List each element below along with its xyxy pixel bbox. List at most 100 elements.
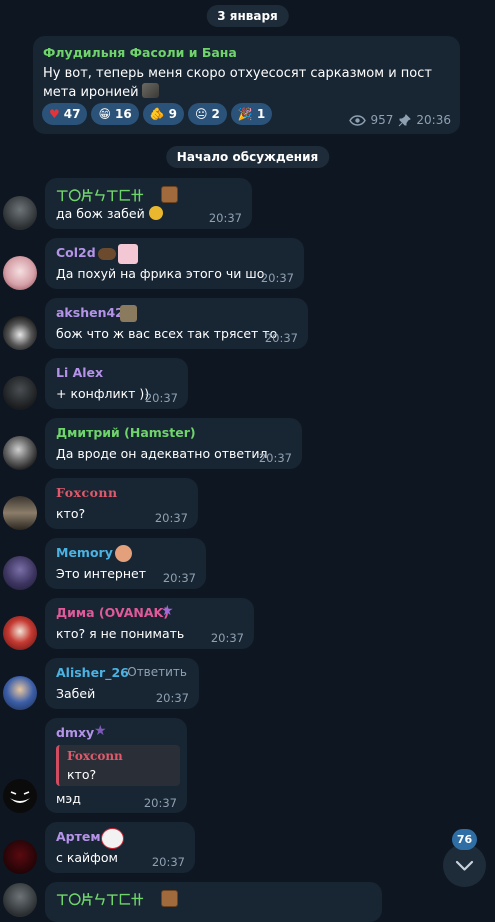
text-content: да бож забей [56, 206, 145, 221]
avatar[interactable] [3, 196, 37, 230]
channel-post[interactable]: Флудильня Фасоли и Бана Ну вот, теперь м… [33, 36, 460, 134]
message-bubble[interactable]: Alisher_26 Ответить Забей 20:37 [45, 658, 199, 709]
hedgehog-emoji-icon [98, 248, 116, 260]
message-text: бож что ж вас всех так трясет то [56, 326, 278, 341]
sender-name[interactable]: Артем [56, 829, 101, 844]
sender-name[interactable]: Foxconn [56, 485, 118, 500]
reaction-emoji: 😁 [98, 107, 111, 121]
sticker-emoji-icon [120, 305, 137, 322]
message-bubble[interactable]: Артем с кайфом 20:37 [45, 822, 195, 873]
reaction-point[interactable]: 🫵 9 [142, 103, 184, 125]
reaction-emoji: ♥ [49, 107, 60, 121]
post-meta: 957 20:36 [348, 113, 451, 127]
star-icon: ★ [161, 603, 174, 619]
message-time: 20:37 [143, 796, 177, 810]
eye-icon [348, 114, 366, 126]
sticker-thumbnail [141, 83, 159, 98]
sender-name[interactable]: ㄒ〇片ㄣㄒ匚卄 [56, 889, 144, 908]
reaction-count: 9 [168, 107, 177, 121]
message-time: 20:37 [264, 331, 298, 345]
discussion-start-divider: Начало обсуждения [165, 146, 330, 168]
sender-name[interactable]: Alisher_26 [56, 665, 129, 680]
avatar[interactable] [3, 436, 37, 470]
message-bubble[interactable]: akshen42 бож что ж вас всех так трясет т… [45, 298, 308, 349]
message-text: Это интернет [56, 566, 146, 581]
reaction-emoji: 🫵 [149, 107, 165, 121]
sender-name[interactable]: ㄒ〇片ㄣㄒ匚卄 [56, 185, 144, 204]
reaction-emoji: 🎉 [237, 107, 253, 121]
sender-name[interactable]: dmxy [56, 725, 94, 740]
sender-name[interactable]: akshen42 [56, 305, 124, 320]
message-time: 20:37 [258, 451, 292, 465]
reaction-count: 2 [211, 107, 220, 121]
message-text: да бож забей [56, 206, 163, 221]
chevron-down-icon [455, 860, 474, 871]
reaction-grin[interactable]: 😁 16 [91, 103, 139, 125]
channel-post-text: Ну вот, теперь меня скоро отхуесосят сар… [43, 64, 443, 102]
message-time: 20:37 [208, 211, 242, 225]
message-time: 20:37 [162, 571, 196, 585]
avatar[interactable] [3, 556, 37, 590]
message-bubble[interactable]: Li Alex + конфликт )) 20:37 [45, 358, 188, 409]
message-bubble[interactable]: Дима (OVANAK) ★ кто? я не понимать 20:37 [45, 598, 254, 649]
message-bubble[interactable]: Col2d Да похуй на фрика этого чи шо 20:3… [45, 238, 304, 289]
reaction-party[interactable]: 🎉 1 [230, 103, 273, 125]
avatar[interactable] [3, 256, 37, 290]
reaction-neutral[interactable]: 😐 2 [188, 103, 227, 125]
message-bubble[interactable]: Дмитрий (Hamster) Да вроде он адекватно … [45, 418, 302, 469]
avatar[interactable] [3, 883, 37, 917]
message-time: 20:37 [144, 391, 178, 405]
sender-name[interactable]: Дима (OVANAK) [56, 605, 169, 620]
box-emoji-icon [161, 890, 178, 907]
avatar[interactable] [3, 676, 37, 710]
sender-name[interactable]: Col2d [56, 245, 96, 260]
date-divider: 3 января [206, 5, 289, 27]
anime-sticker-icon [118, 244, 138, 264]
unread-count-badge: 76 [452, 829, 477, 850]
avatar[interactable] [3, 779, 37, 813]
views-count: 957 [370, 113, 394, 127]
reply-button[interactable]: Ответить [127, 665, 187, 679]
quote-sender: Foxconn [67, 749, 123, 763]
message-bubble[interactable]: Foxconn кто? 20:37 [45, 478, 198, 529]
avatar[interactable] [3, 496, 37, 530]
channel-author[interactable]: Флудильня Фасоли и Бана [43, 45, 237, 60]
message-time: 20:37 [155, 691, 189, 705]
message-bubble[interactable]: dmxy ★ Foxconn кто? мэд 20:37 [45, 718, 187, 813]
sender-name[interactable]: Li Alex [56, 365, 103, 380]
sender-name[interactable]: Memory [56, 545, 113, 560]
grin-face-icon [8, 791, 32, 803]
message-time: 20:37 [154, 511, 188, 525]
avatar[interactable] [3, 840, 37, 874]
avatar[interactable] [3, 376, 37, 410]
message-text: кто? я не понимать [56, 626, 185, 641]
reaction-heart[interactable]: ♥ 47 [42, 103, 88, 125]
avatar[interactable] [3, 616, 37, 650]
reaction-count: 1 [256, 107, 266, 121]
pin-icon [399, 113, 412, 126]
message-text: Да похуй на фрика этого чи шо [56, 266, 265, 281]
post-text: Ну вот, теперь меня скоро отхуесосят сар… [43, 66, 432, 100]
message-time: 20:37 [210, 631, 244, 645]
sticker-emoji-icon [148, 206, 163, 220]
sender-name[interactable]: Дмитрий (Hamster) [56, 425, 196, 440]
quote-text: кто? [67, 767, 97, 782]
message-time: 20:37 [260, 271, 294, 285]
reaction-emoji: 😐 [195, 107, 208, 121]
message-text: + конфликт )) [56, 386, 150, 401]
reactions-bar: ♥ 47 😁 16 🫵 9 😐 2 🎉 1 [42, 103, 273, 125]
box-emoji-icon [161, 186, 178, 203]
face-emoji-icon [115, 545, 132, 562]
message-time: 20:37 [151, 855, 185, 869]
message-text: Забей [56, 686, 96, 701]
message-text: с кайфом [56, 850, 118, 865]
message-text: мэд [56, 791, 81, 806]
message-text: Да вроде он адекватно ответил [56, 446, 268, 461]
message-bubble[interactable]: ㄒ〇片ㄣㄒ匚卄 [45, 882, 382, 922]
message-bubble[interactable]: Memory Это интернет 20:37 [45, 538, 206, 589]
message-bubble[interactable]: ㄒ〇片ㄣㄒ匚卄 да бож забей 20:37 [45, 178, 252, 229]
star-icon: ★ [94, 723, 107, 739]
quoted-reply[interactable]: Foxconn кто? [56, 745, 180, 786]
scroll-down-button[interactable] [443, 844, 486, 887]
avatar[interactable] [3, 316, 37, 350]
